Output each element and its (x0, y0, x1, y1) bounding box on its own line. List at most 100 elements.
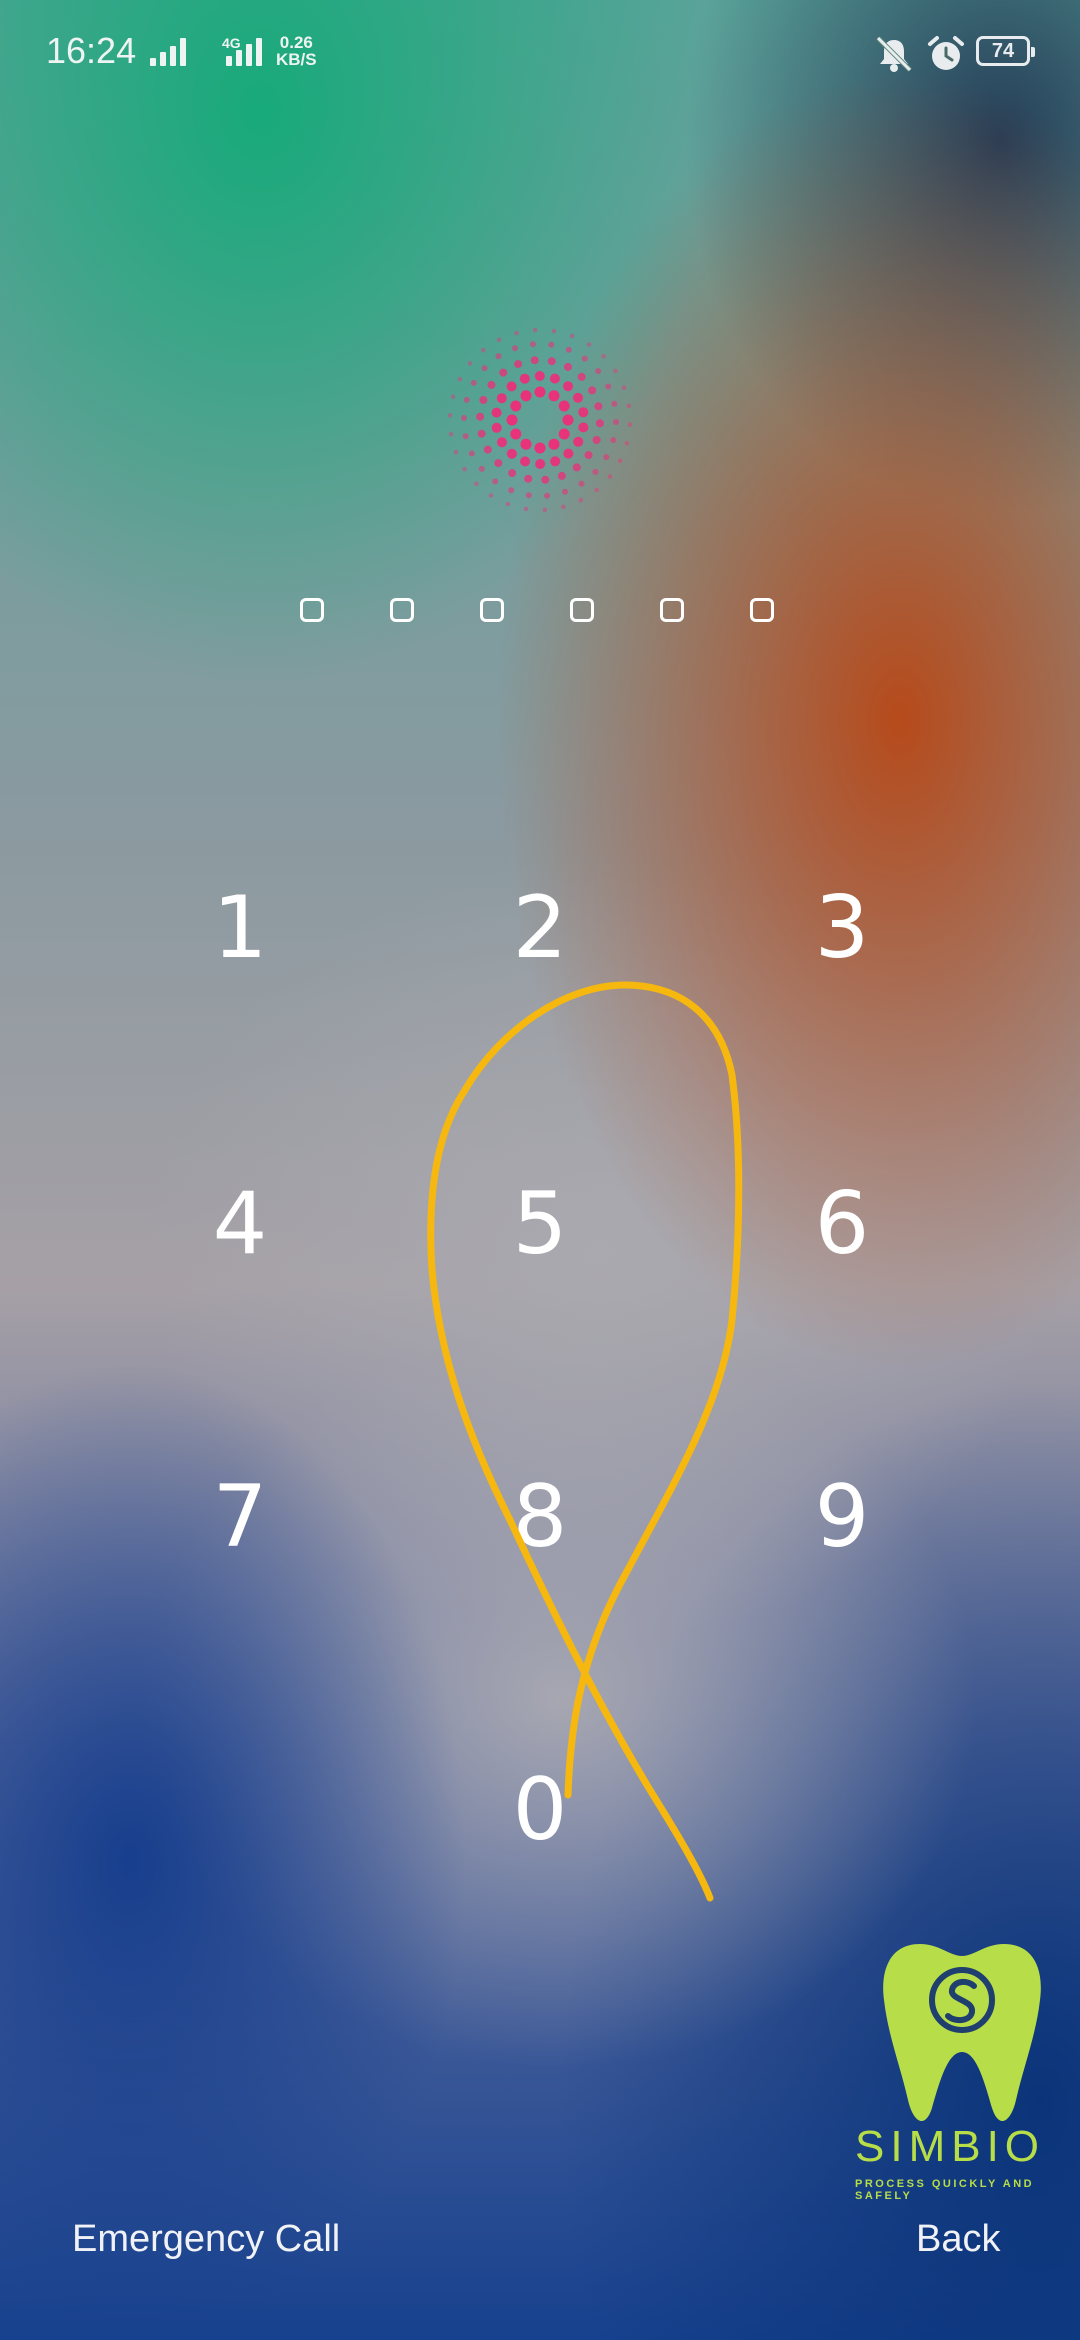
logo-dot (594, 402, 603, 411)
logo-dot (577, 372, 586, 381)
logo-dot (514, 330, 519, 336)
logo-dot (520, 390, 532, 402)
logo-dot (525, 492, 532, 499)
logo-dot (495, 353, 502, 360)
logo-dot (595, 419, 604, 428)
logo-dot (548, 438, 560, 450)
logo-dot (483, 445, 492, 454)
emergency-call-button[interactable]: Emergency Call (72, 2218, 340, 2261)
logo-dot (565, 346, 572, 353)
key-6[interactable]: 6 (762, 1144, 922, 1304)
logo-dot (544, 492, 551, 499)
logo-dot (626, 403, 632, 409)
key-4[interactable]: 4 (160, 1144, 320, 1304)
logo-dot (492, 478, 499, 485)
logo-dot (586, 342, 592, 347)
network-speed-unit: KB/S (276, 50, 317, 69)
logo-dot (578, 497, 584, 503)
logo-dot (542, 507, 548, 513)
logo-dot (453, 450, 459, 455)
logo-dot (572, 463, 581, 472)
logo-dot (462, 433, 469, 440)
simbio-brand-name: SIMBIO (855, 2122, 1046, 2171)
key-1[interactable]: 1 (160, 848, 320, 1008)
logo-dot (532, 327, 538, 333)
dotted-ring-logo-icon (447, 327, 633, 513)
logo-dot (520, 438, 532, 450)
logo-dot (463, 396, 470, 403)
logo-dot (461, 415, 467, 421)
logo-dot (584, 451, 593, 460)
logo-dot (534, 371, 545, 381)
logo-dot (592, 436, 601, 444)
logo-dot (578, 480, 585, 487)
logo-dot (499, 368, 508, 377)
logo-dot (505, 501, 511, 507)
logo-dot (588, 386, 597, 395)
logo-dot (479, 396, 488, 404)
logo-dot (613, 368, 618, 374)
alarm-icon (928, 36, 964, 70)
logo-dot (569, 333, 575, 339)
logo-dot (497, 437, 507, 448)
logo-dot (610, 437, 617, 444)
battery-icon: 74 (976, 36, 1035, 66)
logo-dot (468, 450, 475, 457)
logo-dot (508, 487, 515, 494)
logo-dot (534, 386, 546, 398)
key-0[interactable]: 0 (460, 1730, 620, 1890)
logo-dot (447, 413, 453, 418)
logo-dot (550, 456, 561, 467)
back-button[interactable]: Back (916, 2218, 1000, 2261)
logo-dot (491, 407, 502, 418)
signal-icon (150, 38, 194, 66)
logo-dot (494, 459, 503, 468)
logo-dot (601, 354, 606, 359)
logo-dot (450, 394, 456, 400)
pin-slot-2 (390, 598, 414, 622)
logo-dot (478, 465, 485, 472)
logo-dot (548, 390, 560, 402)
logo-dot (524, 474, 533, 483)
logo-dot (481, 365, 488, 372)
logo-dot (558, 400, 570, 412)
logo-dot (563, 362, 572, 371)
logo-dot (592, 468, 599, 475)
logo-dot (548, 341, 555, 348)
logo-dot (506, 381, 517, 392)
logo-dot (457, 376, 463, 382)
pin-slot-6 (750, 598, 774, 622)
network-speed: 0.26 KB/S (276, 34, 317, 68)
logo-dot (547, 357, 556, 366)
logo-dot (557, 471, 566, 480)
key-3[interactable]: 3 (762, 848, 922, 1008)
logo-dot (506, 448, 517, 459)
key-2[interactable]: 2 (460, 848, 620, 1008)
logo-dot (573, 436, 584, 447)
logo-dot (448, 431, 454, 437)
logo-dot (621, 385, 627, 390)
logo-dot (474, 481, 479, 486)
logo-dot (519, 373, 530, 384)
key-5[interactable]: 5 (460, 1144, 620, 1304)
key-7[interactable]: 7 (160, 1437, 320, 1597)
mute-vibrate-icon (876, 36, 912, 72)
logo-dot (617, 458, 623, 464)
key-8[interactable]: 8 (460, 1437, 620, 1597)
pin-slot-4 (570, 598, 594, 622)
logo-dot (496, 337, 502, 343)
logo-dot (467, 361, 473, 366)
network-speed-value: 0.26 (279, 33, 313, 52)
logo-dot (581, 355, 588, 362)
logo-dot (578, 422, 589, 433)
pin-slot-5 (660, 598, 684, 622)
logo-dot (487, 380, 496, 389)
logo-dot (496, 393, 507, 404)
logo-dot (563, 381, 574, 392)
logo-dot (534, 442, 546, 454)
logo-dot (573, 392, 583, 403)
logo-dot (607, 474, 613, 479)
key-9[interactable]: 9 (762, 1437, 922, 1597)
logo-dot (561, 504, 566, 510)
logo-dot (611, 400, 618, 407)
